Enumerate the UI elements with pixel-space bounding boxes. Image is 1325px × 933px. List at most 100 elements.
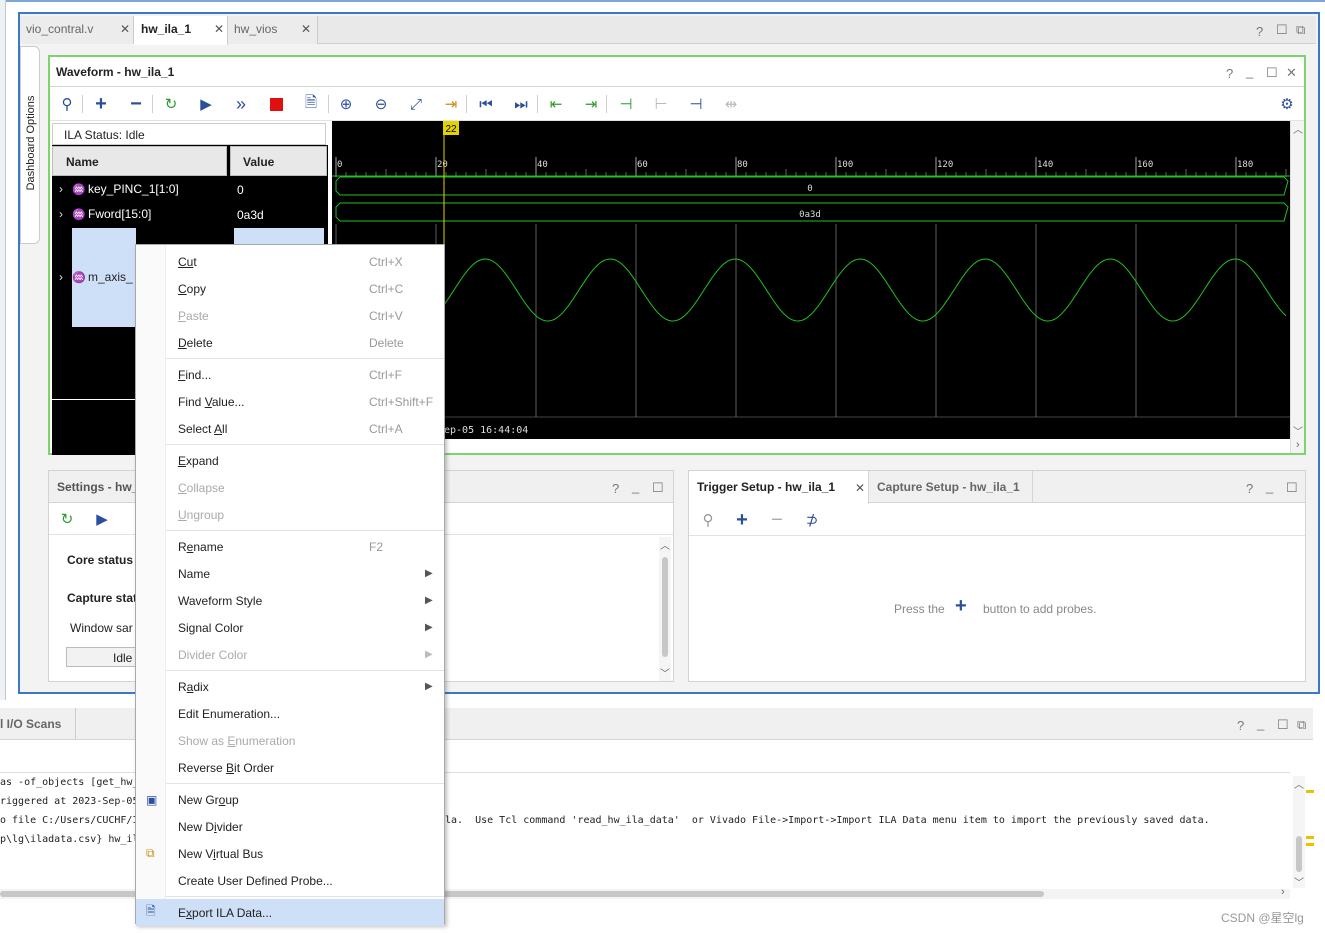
gear-icon[interactable]: ⚙ <box>1276 93 1298 115</box>
restore-icon[interactable]: ⧉ <box>1296 22 1305 38</box>
menu-label: Edit Enumeration... <box>178 706 281 721</box>
help-icon[interactable]: ? <box>1226 66 1233 81</box>
menu-item-signal-color[interactable]: Signal Color ▶ <box>136 614 444 641</box>
menu-shortcut: Ctrl+F <box>369 367 402 382</box>
chevron-right-icon[interactable]: › <box>59 207 63 221</box>
settings-scrollbar[interactable]: ︿ ﹀ <box>659 537 671 681</box>
search-icon[interactable]: ⚲ <box>56 93 78 115</box>
menu-item-create-user-defined-probe[interactable]: Create User Defined Probe... <box>136 867 444 894</box>
close-icon[interactable]: ✕ <box>120 22 130 36</box>
export-icon[interactable]: 🗎 <box>300 93 322 115</box>
menu-item-waveform-style[interactable]: Waveform Style ▶ <box>136 587 444 614</box>
waveform-canvas[interactable]: 0 20 40 60 80 100 120 140 160 180 0 0a3d ep-05 16… <box>332 121 1290 439</box>
menu-label: Export ILA Data... <box>178 905 273 920</box>
auto-trigger-icon[interactable]: ↻ <box>56 508 78 530</box>
signal-row[interactable]: › ♒ key_PINC_1[1:0] <box>50 177 230 201</box>
tab-io-scans[interactable]: l I/O Scans <box>0 708 76 740</box>
menu-item-new-virtual-bus[interactable]: ⧉ New Virtual Bus <box>136 840 444 867</box>
zoom-out-icon[interactable]: ⊖ <box>370 93 392 115</box>
menu-item-export-ila-data[interactable]: 🗎 Export ILA Data... <box>136 899 444 926</box>
next-marker-icon[interactable]: ⊣ <box>685 93 707 115</box>
menu-icon: ▣ <box>146 792 158 807</box>
menu-item-delete[interactable]: Delete Delete <box>136 329 444 356</box>
tab-hw-vios[interactable]: hw_vios ✕ <box>228 16 318 44</box>
minimize-icon[interactable]: _ <box>1246 64 1253 79</box>
remove-icon: − <box>771 508 783 531</box>
help-icon[interactable]: ? <box>1246 481 1253 496</box>
next-transition-icon[interactable]: ⇥ <box>580 93 602 115</box>
watermark: CSDN @星空lg <box>1221 911 1304 925</box>
menu-label: Waveform Style <box>178 593 263 608</box>
logic-gate-icon[interactable]: ⊅ <box>801 509 823 531</box>
menu-icon: ⧉ <box>146 846 155 860</box>
chevron-right-icon[interactable]: › <box>59 182 63 196</box>
close-icon[interactable]: ✕ <box>301 22 311 36</box>
maximize-icon[interactable]: ☐ <box>1276 22 1288 38</box>
menu-item-find[interactable]: Find... Ctrl+F <box>136 361 444 388</box>
help-icon[interactable]: ? <box>1256 24 1263 39</box>
column-header-name[interactable]: Name <box>52 146 227 176</box>
help-icon[interactable]: ? <box>612 481 619 496</box>
console-vscrollbar[interactable]: ︿ ﹀ <box>1293 776 1305 889</box>
tab-vio-contral[interactable]: vio_contral.v ✕ <box>20 16 134 44</box>
vertical-scrollbar[interactable]: ︿ ﹀ <box>1290 121 1304 453</box>
run-immediate-icon[interactable]: » <box>230 93 252 115</box>
run-trigger-icon[interactable]: ▶ <box>91 508 113 530</box>
run-trigger-icon[interactable]: ▶ <box>195 93 217 115</box>
menu-item-radix[interactable]: Radix ▶ <box>136 673 444 700</box>
close-icon[interactable]: ✕ <box>1286 65 1297 81</box>
column-header-value[interactable]: Value <box>230 146 327 176</box>
remove-icon[interactable]: − <box>125 93 147 115</box>
go-to-end-icon[interactable]: ⏭ <box>510 93 532 115</box>
previous-transition-icon[interactable]: ⇤ <box>545 93 567 115</box>
add-probe-icon[interactable]: + <box>955 595 967 618</box>
menu-label: Radix <box>178 679 209 694</box>
minimize-icon[interactable]: _ <box>632 479 639 494</box>
auto-trigger-icon[interactable]: ↻ <box>160 93 182 115</box>
tab-capture-setup[interactable]: Capture Setup - hw_ila_1 <box>869 471 1033 503</box>
signal-row[interactable]: › ♒ Fword[15:0] <box>50 202 230 226</box>
capture-status-label: Capture stat <box>67 591 138 605</box>
dashboard-options-tab[interactable]: Dashboard Options <box>20 46 40 244</box>
menu-item-expand[interactable]: Expand <box>136 447 444 474</box>
search-icon[interactable]: ⚲ <box>697 509 719 531</box>
go-to-start-icon[interactable]: ⏮ <box>475 93 497 115</box>
maximize-icon[interactable]: ☐ <box>1266 65 1278 81</box>
menu-label: Cut <box>178 254 197 269</box>
menu-item-new-divider[interactable]: New Divider <box>136 813 444 840</box>
menu-item-new-group[interactable]: ▣ New Group <box>136 786 444 813</box>
tab-hw-ila-1[interactable]: hw_ila_1 ✕ <box>134 16 228 45</box>
zoom-in-icon[interactable]: ⊕ <box>335 93 357 115</box>
minimize-icon[interactable]: _ <box>1257 716 1264 731</box>
close-icon[interactable]: ✕ <box>855 481 865 495</box>
chevron-right-icon[interactable]: › <box>1296 439 1300 451</box>
menu-item-paste: Paste Ctrl+V <box>136 302 444 329</box>
add-marker-icon[interactable]: ⊣ <box>615 93 637 115</box>
tab-trigger-setup[interactable]: Trigger Setup - hw_ila_1 ✕ <box>689 471 869 504</box>
maximize-icon[interactable]: ☐ <box>652 480 664 496</box>
stop-icon[interactable] <box>265 93 287 115</box>
menu-item-name[interactable]: Name ▶ <box>136 560 444 587</box>
add-icon[interactable]: + <box>90 93 112 115</box>
core-status-label: Core status <box>67 553 134 567</box>
menu-item-rename[interactable]: Rename F2 <box>136 533 444 560</box>
menu-item-reverse-bit-order[interactable]: Reverse Bit Order <box>136 754 444 781</box>
maximize-icon[interactable]: ☐ <box>1286 480 1298 496</box>
menu-separator <box>166 783 444 784</box>
waveform-titlebar: Waveform - hw_ila_1 ? _ ☐ ✕ <box>50 57 1304 87</box>
submenu-arrow-icon: ▶ <box>425 622 433 633</box>
add-icon[interactable]: + <box>731 509 753 531</box>
menu-item-copy[interactable]: Copy Ctrl+C <box>136 275 444 302</box>
menu-item-cut[interactable]: Cut Ctrl+X <box>136 248 444 275</box>
close-icon[interactable]: ✕ <box>214 22 224 36</box>
help-icon[interactable]: ? <box>1237 718 1244 733</box>
chevron-right-icon[interactable]: › <box>59 270 63 284</box>
maximize-icon[interactable]: ☐ <box>1277 717 1289 733</box>
menu-item-select-all[interactable]: Select All Ctrl+A <box>136 415 444 442</box>
minimize-icon[interactable]: _ <box>1266 479 1273 494</box>
menu-item-find-value[interactable]: Find Value... Ctrl+Shift+F <box>136 388 444 415</box>
go-to-cursor-icon[interactable]: ⇥ <box>440 93 462 115</box>
menu-item-edit-enumeration[interactable]: Edit Enumeration... <box>136 700 444 727</box>
restore-icon[interactable]: ⧉ <box>1297 717 1306 733</box>
zoom-fit-icon[interactable]: ⤢ <box>405 93 427 115</box>
